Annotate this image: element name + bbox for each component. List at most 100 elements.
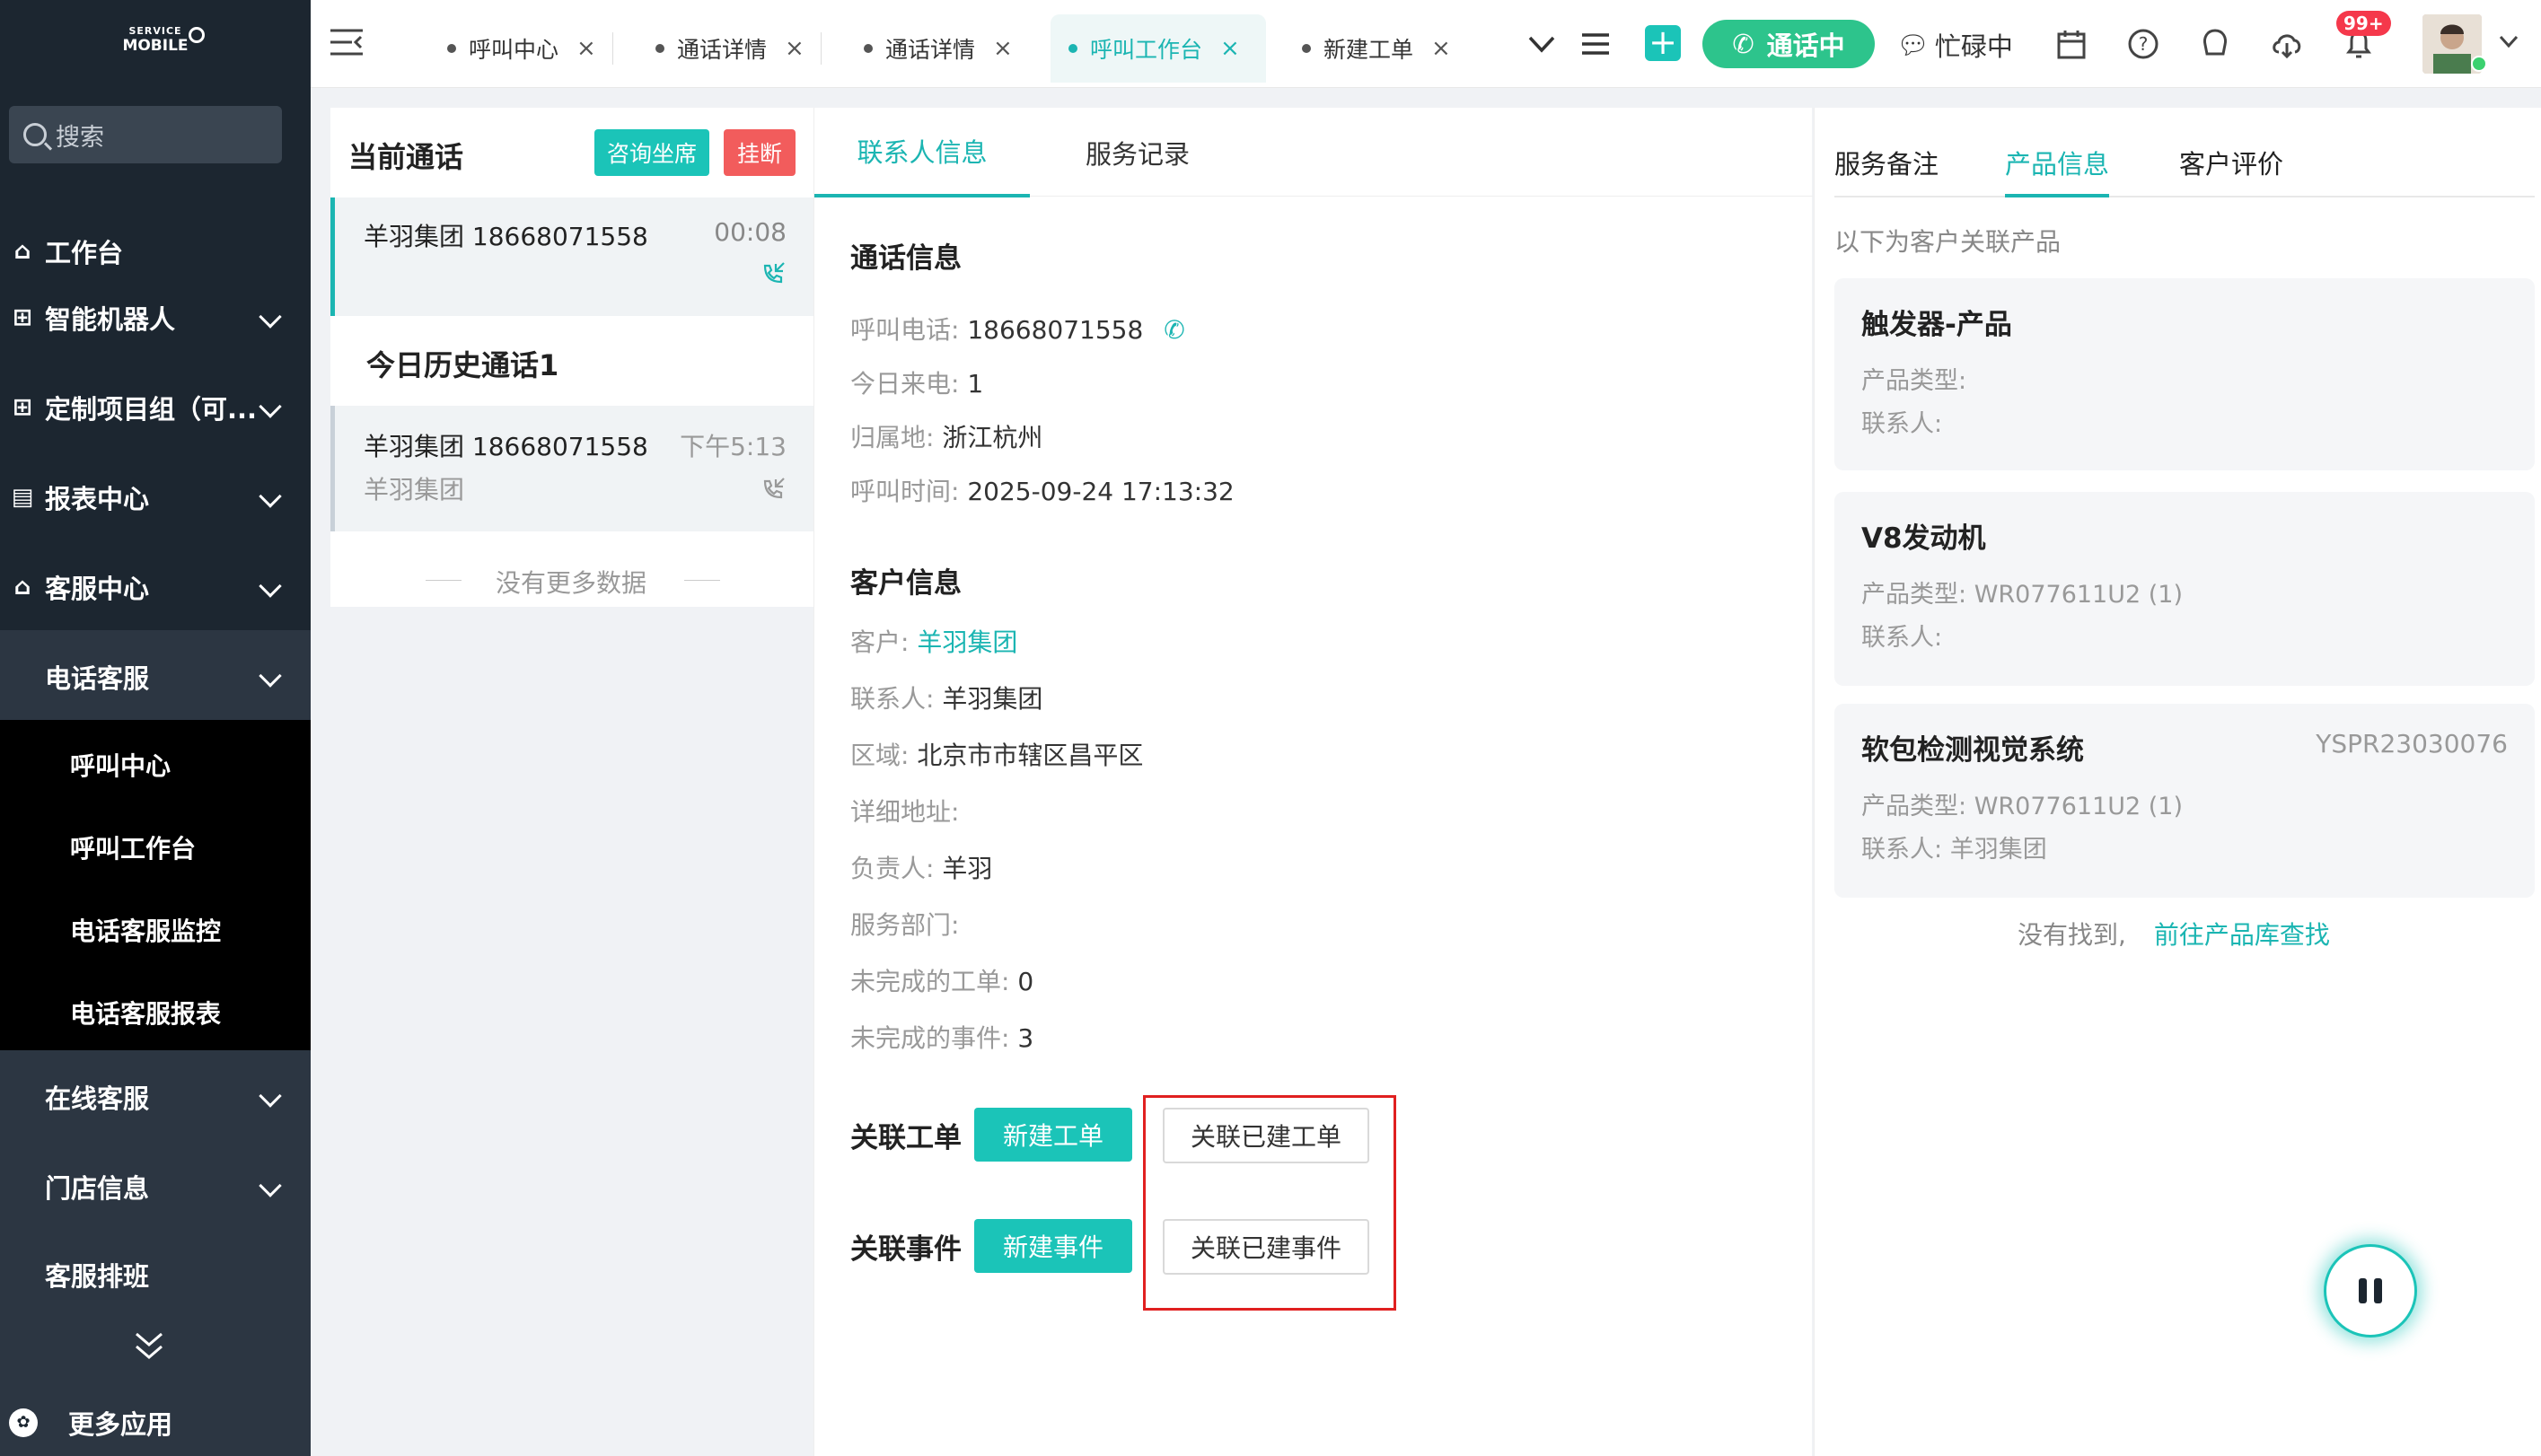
tab-product-info[interactable]: 产品信息 <box>2005 144 2110 197</box>
svg-text:?: ? <box>2139 33 2149 55</box>
app-logo[interactable]: SERVICE MOBILE <box>106 25 205 65</box>
calendar-icon[interactable] <box>2054 27 2088 61</box>
field-address: 详细地址: <box>850 793 959 829</box>
pause-call-button[interactable] <box>2324 1244 2417 1338</box>
sidebar-item-call-workbench[interactable]: 呼叫工作台 <box>70 829 196 865</box>
sidebar-item-service-center[interactable]: ⌂ 客服中心 <box>0 542 311 632</box>
product-card[interactable]: 软包检测视觉系统 YSPR23030076 产品类型: WR077611U2 (… <box>1834 704 2535 898</box>
sidebar: SERVICE MOBILE 搜索 ⌂ 工作台 ⊞ 智能机器人 ⊞ 定制项目组（… <box>0 0 311 1456</box>
new-event-button[interactable]: 新建事件 <box>974 1219 1132 1273</box>
tab-call-center[interactable]: 呼叫中心 × <box>447 14 596 83</box>
skin-theme-icon[interactable] <box>2198 27 2232 61</box>
product-contact: 联系人: <box>1861 618 1942 653</box>
double-chevron-down-icon[interactable] <box>131 1330 167 1363</box>
tab-call-detail-2[interactable]: 通话详情 × <box>864 14 1013 83</box>
tab-contact-info[interactable]: 联系人信息 <box>814 108 1030 197</box>
new-order-button[interactable]: 新建工单 <box>974 1108 1132 1162</box>
chevron-down-icon[interactable] <box>2498 31 2519 52</box>
tab-dot-icon <box>1068 44 1077 53</box>
field-value: WR077611U2 (1) <box>1974 581 2183 609</box>
product-card[interactable]: V8发动机 产品类型: WR077611U2 (1) 联系人: <box>1834 492 2535 686</box>
busy-status[interactable]: 💬︎ 忙碌中 <box>1896 25 2013 65</box>
search-input[interactable]: 搜索 <box>9 106 282 163</box>
close-icon[interactable]: × <box>1220 35 1240 62</box>
tab-new-order[interactable]: 新建工单 × <box>1302 14 1451 83</box>
tab-call-detail[interactable]: 通话详情 × <box>655 14 805 83</box>
sidebar-item-robot[interactable]: ⊞ 智能机器人 <box>0 273 311 363</box>
close-icon[interactable]: × <box>993 35 1013 62</box>
field-value: 羊羽集团 <box>1949 836 2047 864</box>
field-open-orders: 未完成的工单: 0 <box>850 962 1033 998</box>
more-apps-button[interactable]: ✿ 更多应用 <box>9 1400 172 1445</box>
product-contact: 联系人: 羊羽集团 <box>1861 829 2047 864</box>
sidebar-item-custom-project[interactable]: ⊞ 定制项目组（可... <box>0 363 311 452</box>
home-icon: ⌂ <box>13 238 31 265</box>
sidebar-item-store-info[interactable]: 门店信息 <box>0 1142 311 1232</box>
add-button[interactable]: + <box>1645 25 1681 61</box>
list-menu-icon[interactable] <box>1578 27 1613 61</box>
link-order-title: 关联工单 <box>850 1122 962 1154</box>
tab-dot-icon <box>1302 44 1311 53</box>
link-existing-event-button[interactable]: 关联已建事件 <box>1163 1219 1369 1275</box>
help-icon[interactable]: ? <box>2126 27 2160 61</box>
sidebar-item-reports[interactable]: ▤ 报表中心 <box>0 452 311 542</box>
no-more-data-text: 没有更多数据 <box>496 568 647 598</box>
sidebar-item-phone-report[interactable]: 电话客服报表 <box>70 995 221 1031</box>
tab-label: 呼叫中心 <box>469 37 559 63</box>
field-today-calls: 今日来电: 1 <box>850 364 983 400</box>
goto-product-library-link[interactable]: 前往产品库查找 <box>2154 920 2330 950</box>
field-label: 负责人: <box>850 854 935 883</box>
tab-divider <box>612 32 613 65</box>
chevron-down-icon <box>259 305 282 329</box>
field-open-events: 未完成的事件: 3 <box>850 1019 1033 1055</box>
tab-call-workbench[interactable]: 呼叫工作台 × <box>1051 14 1266 83</box>
divider-line <box>426 580 462 581</box>
tab-service-records[interactable]: 服务记录 <box>1030 108 1245 197</box>
chevron-down-icon[interactable] <box>1525 27 1559 61</box>
close-icon[interactable]: × <box>576 35 596 62</box>
field-label: 联系人: <box>1861 836 1943 864</box>
chat-bubble-icon: 💬︎ <box>1896 29 1930 60</box>
product-not-found: 没有找到, 前往产品库查找 <box>2018 916 2330 952</box>
search-icon <box>23 123 47 146</box>
customer-link[interactable]: 羊羽集团 <box>917 627 1017 657</box>
consult-agent-button[interactable]: 咨询坐席 <box>594 129 709 176</box>
current-call-title: 当前通话 <box>348 140 464 174</box>
sidebar-item-phone-monitor[interactable]: 电话客服监控 <box>70 912 221 948</box>
sidebar-item-call-center[interactable]: 呼叫中心 <box>70 747 171 783</box>
sidebar-item-label: 定制项目组（可... <box>45 394 258 425</box>
sidebar-item-scheduling[interactable]: 客服排班 <box>0 1230 311 1320</box>
product-info-panel: 服务备注 产品信息 客户评价 以下为客户关联产品 触发器-产品 产品类型: 联系… <box>1814 108 2541 1456</box>
close-icon[interactable]: × <box>785 35 805 62</box>
history-call-name: 羊羽集团 18668071558 <box>364 432 648 461</box>
tab-service-notes[interactable]: 服务备注 <box>1834 144 1939 197</box>
calling-label: 通话中 <box>1766 31 1845 61</box>
product-contact: 联系人: <box>1861 404 1942 439</box>
tab-customer-reviews[interactable]: 客户评价 <box>2179 144 2283 197</box>
active-call-item[interactable]: 羊羽集团 18668071558 00:08 <box>330 197 813 316</box>
field-call-time: 呼叫时间: 2025-09-24 17:13:32 <box>850 472 1235 508</box>
field-label: 联系人: <box>850 684 935 714</box>
product-card[interactable]: 触发器-产品 产品类型: 联系人: <box>1834 278 2535 470</box>
product-name: 触发器-产品 <box>1861 309 2012 341</box>
chevron-down-icon <box>259 1084 282 1108</box>
calling-status-button[interactable]: ✆ 通话中 <box>1702 20 1875 68</box>
cloud-download-icon[interactable] <box>2270 27 2304 61</box>
phone-call-icon[interactable]: ✆ <box>1164 315 1184 345</box>
field-label: 呼叫时间: <box>850 477 960 506</box>
close-icon[interactable]: × <box>1431 35 1451 62</box>
field-department: 服务部门: <box>850 906 959 942</box>
history-call-sub: 羊羽集团 <box>364 475 465 504</box>
hangup-button[interactable]: 挂断 <box>724 129 796 176</box>
history-call-item[interactable]: 羊羽集团 18668071558 下午5:13 羊羽集团 <box>330 406 813 531</box>
sidebar-item-label: 客服中心 <box>45 574 150 604</box>
sidebar-item-phone-service[interactable]: 电话客服 <box>0 632 311 722</box>
sidebar-item-online-service[interactable]: 在线客服 <box>0 1052 311 1142</box>
products-hint: 以下为客户关联产品 <box>1834 227 2062 257</box>
call-info-title: 通话信息 <box>850 242 962 275</box>
link-existing-order-button[interactable]: 关联已建工单 <box>1163 1108 1369 1163</box>
menu-collapse-icon[interactable] <box>329 27 365 57</box>
sidebar-item-label: 工作台 <box>45 238 124 268</box>
field-value: 2025-09-24 17:13:32 <box>967 477 1235 506</box>
pause-icon <box>2359 1278 2382 1303</box>
